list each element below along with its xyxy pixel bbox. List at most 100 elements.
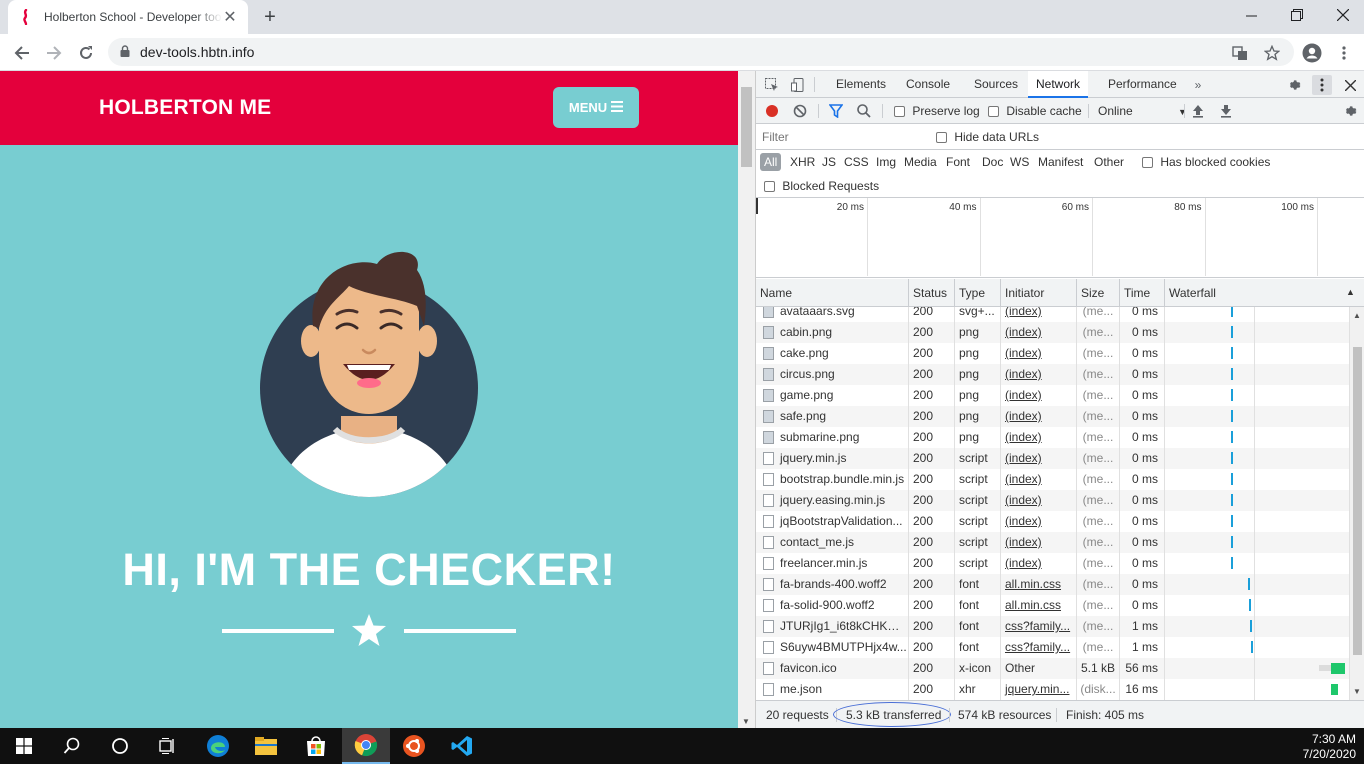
preserve-log-checkbox[interactable]: Preserve log — [894, 104, 980, 118]
request-name[interactable]: S6uyw4BMUTPHjx4w... — [776, 637, 909, 658]
request-initiator[interactable]: (index) — [1001, 532, 1077, 553]
device-toolbar-icon[interactable] — [788, 75, 808, 95]
filter-type-js[interactable]: JS — [820, 153, 838, 171]
request-name[interactable]: JTURjIg1_i6t8kCHKm4... — [776, 616, 909, 637]
disable-cache-box[interactable] — [988, 106, 999, 118]
request-name[interactable]: fa-solid-900.woff2 — [776, 595, 909, 616]
scroll-up-arrow-icon[interactable]: ▲ — [1353, 311, 1361, 320]
request-table-scrollbar[interactable]: ▲ ▼ — [1350, 307, 1364, 700]
request-initiator[interactable]: css?family... — [1001, 637, 1077, 658]
request-initiator[interactable]: (index) — [1001, 343, 1077, 364]
inspect-element-icon[interactable] — [762, 75, 782, 95]
request-row[interactable]: bootstrap.bundle.min.js 200 script (index)(… — [756, 469, 1350, 490]
request-initiator[interactable]: (index) — [1001, 448, 1077, 469]
search-icon[interactable] — [854, 101, 874, 121]
address-bar[interactable]: dev-tools.hbtn.info — [108, 38, 1294, 66]
sort-ascending-icon[interactable]: ▲ — [1346, 287, 1355, 297]
export-har-download-icon[interactable] — [1216, 101, 1236, 121]
request-name[interactable]: bootstrap.bundle.min.js — [776, 469, 909, 490]
has-blocked-cookies-checkbox[interactable]: Has blocked cookies — [1142, 155, 1270, 169]
filter-type-css[interactable]: CSS — [842, 153, 871, 171]
column-header-status[interactable]: Status — [909, 279, 955, 307]
request-initiator[interactable]: (index) — [1001, 511, 1077, 532]
request-row[interactable]: fa-brands-400.woff2 200 font all.min.css (me… — [756, 574, 1350, 595]
tab-performance[interactable]: Performance — [1100, 71, 1185, 98]
forward-arrow-icon[interactable] — [40, 39, 68, 67]
filter-input[interactable] — [760, 128, 922, 146]
request-name[interactable]: fa-brands-400.woff2 — [776, 574, 909, 595]
request-name[interactable]: favicon.ico — [776, 658, 909, 679]
request-row[interactable]: game.png 200 png (index) (me... 0 ms — [756, 385, 1350, 406]
request-row[interactable]: avataaars.svg 200 svg+... (index) (me... 0 ms — [756, 307, 1350, 322]
request-initiator[interactable]: (index) — [1001, 406, 1077, 427]
menu-button[interactable]: MENU — [553, 87, 639, 128]
devtools-menu-kebab-icon[interactable] — [1312, 75, 1332, 95]
preserve-log-box[interactable] — [894, 106, 905, 118]
request-row[interactable]: me.json 200 xhr jquery.min... (disk... 16 ms — [756, 679, 1350, 700]
request-row[interactable]: jquery.min.js 200 script (index) (me... 0 ms — [756, 448, 1350, 469]
request-name[interactable]: cake.png — [776, 343, 909, 364]
request-name[interactable]: game.png — [776, 385, 909, 406]
request-row[interactable]: submarine.png 200 png (index) (me... 0 ms — [756, 427, 1350, 448]
tab-elements[interactable]: Elements — [828, 71, 894, 98]
scroll-down-arrow-icon[interactable]: ▼ — [742, 717, 750, 726]
chrome-taskbar-icon[interactable] — [342, 728, 390, 764]
network-overview-timeline[interactable]: 20 ms 40 ms 60 ms 80 ms 100 ms — [756, 198, 1364, 278]
request-initiator[interactable]: Other — [1001, 658, 1077, 679]
hide-data-urls-box[interactable] — [936, 132, 947, 144]
network-settings-gear-icon[interactable] — [1340, 101, 1360, 121]
request-initiator[interactable]: (index) — [1001, 490, 1077, 511]
request-name[interactable]: safe.png — [776, 406, 909, 427]
chrome-menu-icon[interactable] — [1330, 39, 1358, 67]
column-header-waterfall[interactable]: Waterfall — [1165, 279, 1364, 307]
site-brand[interactable]: HOLBERTON ME — [99, 96, 271, 120]
request-name[interactable]: contact_me.js — [776, 532, 909, 553]
clear-icon[interactable] — [790, 101, 810, 121]
close-window-icon[interactable] — [1320, 0, 1364, 30]
tab-close-icon[interactable]: ✕ — [222, 9, 238, 26]
cortana-circle-icon[interactable] — [96, 728, 144, 764]
request-name[interactable]: avataaars.svg — [776, 307, 909, 322]
task-view-icon[interactable] — [144, 728, 192, 764]
taskbar-clock[interactable]: 7:30 AM 7/20/2020 — [1303, 732, 1356, 762]
page-scrollbar-thumb[interactable] — [741, 87, 752, 167]
request-initiator[interactable]: (index) — [1001, 427, 1077, 448]
column-header-initiator[interactable]: Initiator — [1001, 279, 1077, 307]
request-name[interactable]: jqBootstrapValidation... — [776, 511, 909, 532]
request-row[interactable]: safe.png 200 png (index) (me... 0 ms — [756, 406, 1350, 427]
request-row[interactable]: JTURjIg1_i6t8kCHKm4... 200 font css?family.… — [756, 616, 1350, 637]
request-row[interactable]: S6uyw4BMUTPHjx4w... 200 font css?family...(… — [756, 637, 1350, 658]
filter-type-xhr[interactable]: XHR — [788, 153, 817, 171]
restore-icon[interactable] — [1274, 0, 1320, 30]
request-initiator[interactable]: (index) — [1001, 322, 1077, 343]
request-row[interactable]: jqBootstrapValidation... 200 script (index)… — [756, 511, 1350, 532]
close-devtools-icon[interactable] — [1340, 75, 1360, 95]
tab-console[interactable]: Console — [898, 71, 958, 98]
minimize-icon[interactable] — [1228, 0, 1274, 30]
filter-type-media[interactable]: Media — [902, 153, 939, 171]
request-row[interactable]: contact_me.js 200 script (index) (me... 0 ms — [756, 532, 1350, 553]
request-initiator[interactable]: css?family... — [1001, 616, 1077, 637]
request-row[interactable]: circus.png 200 png (index) (me... 0 ms — [756, 364, 1350, 385]
microsoft-store-icon[interactable] — [292, 728, 340, 764]
lock-icon[interactable] — [120, 44, 130, 60]
request-initiator[interactable]: jquery.min... — [1001, 679, 1077, 700]
page-scrollbar[interactable]: ▼ — [738, 71, 755, 728]
request-name[interactable]: jquery.easing.min.js — [776, 490, 909, 511]
devtools-settings-gear-icon[interactable] — [1284, 75, 1304, 95]
translate-icon[interactable] — [1226, 39, 1254, 67]
file-explorer-icon[interactable] — [242, 728, 290, 764]
back-arrow-icon[interactable] — [8, 39, 36, 67]
request-initiator[interactable]: (index) — [1001, 469, 1077, 490]
reload-icon[interactable] — [72, 39, 100, 67]
filter-type-ws[interactable]: WS — [1008, 153, 1031, 171]
request-row[interactable]: jquery.easing.min.js 200 script (index) (me.… — [756, 490, 1350, 511]
filter-type-manifest[interactable]: Manifest — [1036, 153, 1085, 171]
request-row[interactable]: favicon.ico 200 x-icon Other 5.1 kB 56 ms — [756, 658, 1350, 679]
bookmark-star-icon[interactable] — [1258, 39, 1286, 67]
filter-type-other[interactable]: Other — [1092, 153, 1126, 171]
request-name[interactable]: me.json — [776, 679, 909, 700]
filter-type-font[interactable]: Font — [944, 153, 972, 171]
throttling-select[interactable]: Online ▼ — [1098, 104, 1187, 118]
profile-avatar-icon[interactable] — [1298, 39, 1326, 67]
